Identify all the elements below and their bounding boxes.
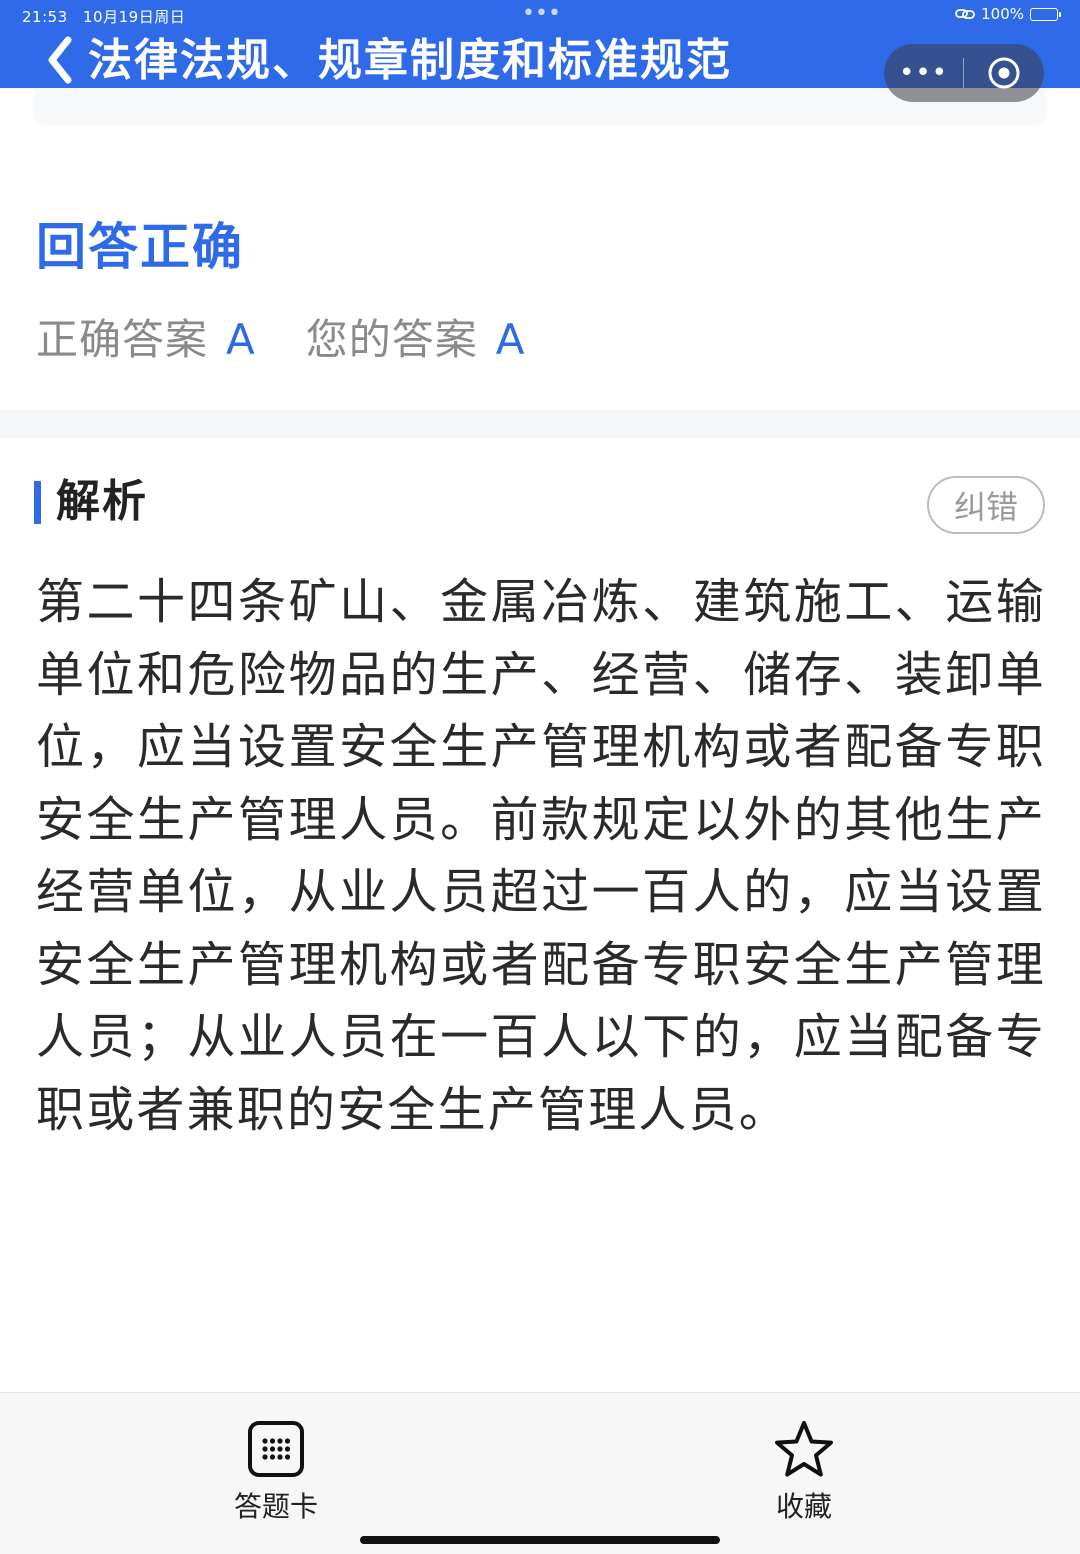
battery-percent: 100% [981,5,1024,23]
star-outline-icon [775,1421,833,1477]
answer-card-label: 答题卡 [233,1490,318,1523]
link-icon [955,8,976,20]
report-error-button[interactable]: 纠错 [927,476,1045,534]
result-title: 回答正确 [36,218,244,276]
bottom-toolbar: 答题卡 收藏 [0,1392,1080,1554]
status-center-dots: ••• [522,1,561,26]
page-title: 法律法规、规章制度和标准规范 [88,35,732,86]
correct-answer-value: A [226,315,256,364]
correct-answer-label: 正确答案 [36,315,209,364]
favorite-label: 收藏 [775,1490,832,1523]
mini-program-capsule: ••• [884,44,1044,102]
your-answer-label: 您的答案 [305,315,478,364]
battery-icon [1030,7,1061,21]
section-divider [0,410,1080,438]
your-answer-value: A [495,315,526,364]
target-circle-icon [988,57,1020,89]
analysis-title: 解析 [56,476,148,527]
status-time-text: 21:53 [22,8,68,26]
status-right: 100% [955,5,1061,23]
analysis-accent-bar [34,481,41,524]
answer-row: 正确答案 A 您的答案 A [36,312,526,368]
favorite-button[interactable]: 收藏 [734,1419,874,1525]
status-date-text: 10月19日周日 [83,8,186,26]
answer-card-button[interactable]: 答题卡 [206,1419,346,1525]
grid-card-icon [248,1421,304,1477]
close-button[interactable] [964,44,1044,102]
more-dots-icon: ••• [898,58,948,88]
home-indicator [360,1536,720,1544]
chevron-left-icon [48,36,72,84]
more-button[interactable]: ••• [884,44,963,102]
analysis-text: 第二十四条矿山、金属冶炼、建筑施工、运输单位和危险物品的生产、经营、储存、装卸单… [36,574,1046,1138]
back-button[interactable] [44,34,84,88]
status-time: 21:53 10月19日周日 [22,6,185,27]
